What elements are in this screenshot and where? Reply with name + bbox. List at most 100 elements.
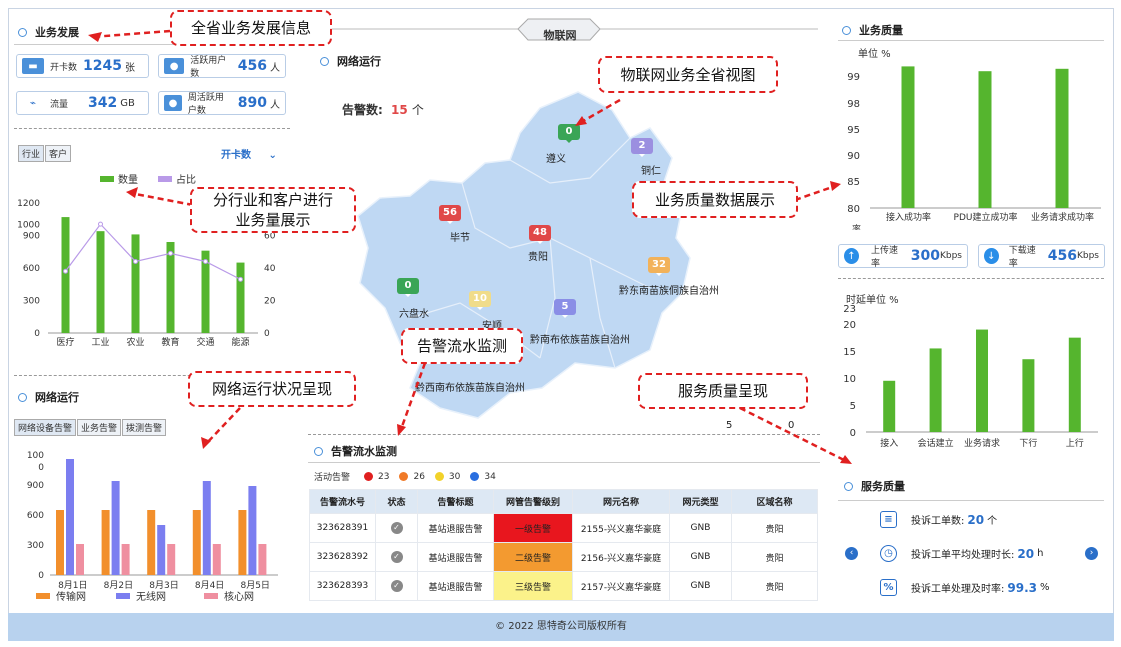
y-tick-label: 99 xyxy=(847,72,860,83)
x-tick-label: 接入成功率 xyxy=(886,211,931,223)
tab-business-alarm[interactable]: 业务告警 xyxy=(77,419,122,436)
quality-rate-chart: 80 85 90 95 98 99 100 接入成功率 PDU建立成功率 业务请求成功率率 xyxy=(841,58,1101,230)
card-weekly-users[interactable]: ● 周活跃用户数 890 人 xyxy=(158,91,286,116)
y-tick-label: 0 xyxy=(850,428,856,439)
map-pin-qiandongnan[interactable]: 32 xyxy=(648,257,670,276)
x-tick-label: 工业 xyxy=(91,337,109,348)
y-tick-label: 0 xyxy=(38,463,44,473)
upload-rate-card[interactable]: ↑ 上传速率 300 Kbps xyxy=(838,244,968,269)
x-tick-label: 业务请求 xyxy=(964,437,1000,449)
y-tick-label: 90 xyxy=(847,151,860,162)
center-banner-title: 物联网 xyxy=(543,29,577,42)
y-tick-label: 10 xyxy=(843,374,856,385)
service-unit: 个 xyxy=(987,516,998,527)
service-unit: % xyxy=(1039,582,1050,593)
card-unit: GB xyxy=(120,97,135,109)
table-row[interactable]: 323628393 ✓ 基站退服告警 三级告警 2157-兴义嘉华豪庭 GNB … xyxy=(309,571,818,601)
callout-service-show: 服务质量呈现 xyxy=(638,373,808,409)
alarm-stream-header: 告警流水监测 xyxy=(314,443,397,459)
table-row[interactable]: 323628392 ✓ 基站退服告警 二级告警 2156-兴义嘉华豪庭 GNB … xyxy=(309,542,818,572)
bar xyxy=(238,510,247,575)
map-label-qiannan: 黔南布依族苗族自治州 xyxy=(530,335,630,346)
bar xyxy=(248,486,257,575)
service-item-count: ≡ 投诉工单数: 20 个 xyxy=(880,511,997,528)
chevron-down-icon: ⌄ xyxy=(268,150,277,161)
legend-label: 传输网 xyxy=(56,590,86,603)
metric-dropdown-label: 开卡数 xyxy=(221,150,251,161)
x-tick-label: 教育 xyxy=(161,336,179,348)
line-point xyxy=(203,259,208,264)
y-tick-label: 300 xyxy=(23,297,40,307)
delay-chart: 0 5 10 15 20 23 接入 会话建立 业务请求 下行 上行 xyxy=(843,304,1098,449)
y-tick-label: 80 xyxy=(847,204,860,215)
service-label: 投诉工单平均处理时长: xyxy=(911,550,1015,561)
clock-icon: ◷ xyxy=(880,545,897,562)
card-traffic[interactable]: ⌁ 流量 342 GB xyxy=(16,91,149,115)
y2-tick-label: 40 xyxy=(264,264,276,274)
x-tick-label: 医疗 xyxy=(56,336,74,348)
bar xyxy=(1022,359,1035,432)
map-pin-bijie[interactable]: 56 xyxy=(439,205,461,224)
metric-dropdown[interactable]: 开卡数 ⌄ xyxy=(221,146,277,161)
tab-dial-alarm[interactable]: 拨测告警 xyxy=(122,419,167,436)
bar xyxy=(167,544,176,575)
callout-quality-show: 业务质量数据展示 xyxy=(632,181,798,218)
cell-title: 基站退服告警 xyxy=(417,571,494,601)
prev-arrow-icon[interactable]: ‹ xyxy=(845,547,858,560)
legend-swatch xyxy=(116,593,130,599)
y-tick-label: 5 xyxy=(850,401,856,412)
card-active-users[interactable]: ● 活跃用户数 456 人 xyxy=(158,54,286,79)
line-point xyxy=(168,250,173,256)
y-tick-label: 1000 xyxy=(17,221,40,231)
divider xyxy=(308,434,820,435)
upload-unit: Kbps xyxy=(939,251,962,261)
divider xyxy=(308,462,820,463)
card-label: 流量 xyxy=(50,99,69,110)
bar xyxy=(157,525,166,575)
divider xyxy=(14,128,290,129)
tab-customer[interactable]: 客户 xyxy=(45,145,72,162)
legend-label: 占比 xyxy=(176,173,196,186)
service-value: 99.3 xyxy=(1007,580,1037,595)
col-header: 告警标题 xyxy=(417,489,494,514)
download-rate-card[interactable]: ↓ 下载速率 456 Kbps xyxy=(978,244,1105,269)
clipboard-icon: ≡ xyxy=(880,511,897,528)
cell-type: GNB xyxy=(669,513,732,543)
map-pin-zunyi[interactable]: 0 xyxy=(558,124,580,143)
map-pin-anshun[interactable]: 10 xyxy=(469,291,491,310)
map-pin-guiyang[interactable]: 48 xyxy=(529,225,551,244)
cell-ne: 2157-兴义嘉华豪庭 xyxy=(572,571,670,601)
active-alarm-label: 活动告警 xyxy=(314,473,351,483)
quality-header: 业务质量 xyxy=(842,22,903,38)
bar xyxy=(1055,68,1069,208)
map-pin-liupanshui[interactable]: 0 xyxy=(397,278,419,297)
y-tick-label: 900 xyxy=(27,481,44,491)
card-open-count[interactable]: ▬ 开卡数 1245 张 xyxy=(16,54,149,78)
alarm-table: 告警流水号 状态 告警标题 网管告警级别 网元名称 网元类型 区域名称 3236… xyxy=(309,489,818,601)
user-week-icon: ● xyxy=(164,95,182,111)
map-pin-tongren[interactable]: 2 xyxy=(631,138,653,157)
x-tick-label: 会话建立 xyxy=(918,437,954,449)
section-ring-icon xyxy=(842,25,851,35)
check-status-icon: ✓ xyxy=(375,571,418,601)
legend-swatch xyxy=(36,593,50,599)
x-tick-label: 交通 xyxy=(196,336,214,348)
section-ring-icon xyxy=(18,392,27,402)
check-status-icon: ✓ xyxy=(375,513,418,543)
pulse-icon: ⌁ xyxy=(22,95,44,111)
card-label: 周活跃用户数 xyxy=(187,93,224,116)
tab-device-alarm[interactable]: 网络设备告警 xyxy=(14,419,77,436)
legend-value: 34 xyxy=(484,471,496,482)
cell-title: 基站退服告警 xyxy=(417,513,494,543)
map-label-tongren: 铜仁 xyxy=(641,166,661,177)
service-label: 投诉工单数: xyxy=(911,516,965,527)
cell-level: 二级告警 xyxy=(493,542,573,572)
bar xyxy=(883,380,896,432)
bar xyxy=(111,481,120,575)
callout-iot-view: 物联网业务全省视图 xyxy=(598,56,778,93)
legend-swatch xyxy=(204,593,218,599)
tab-industry[interactable]: 行业 xyxy=(18,145,45,162)
table-row[interactable]: 323628391 ✓ 基站退服告警 一级告警 2155-兴义嘉华豪庭 GNB … xyxy=(309,513,818,543)
next-arrow-icon[interactable]: › xyxy=(1085,547,1098,560)
map-pin-qiannan[interactable]: 5 xyxy=(554,299,576,318)
